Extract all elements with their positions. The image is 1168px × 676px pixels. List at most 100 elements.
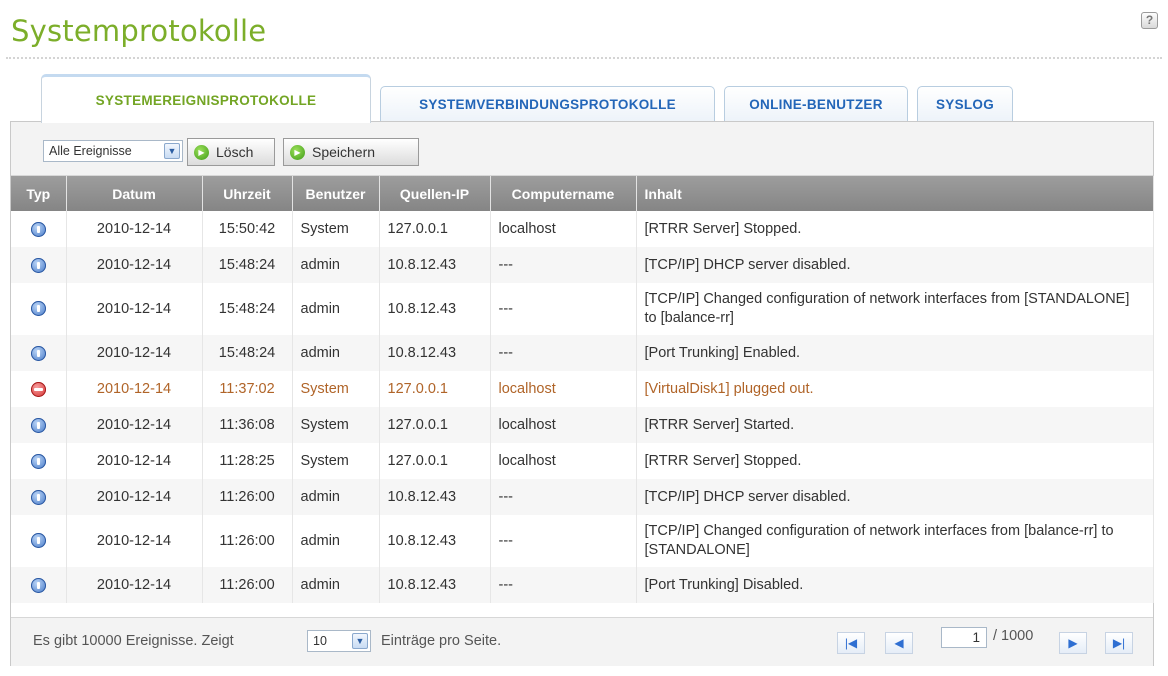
cell-date: 2010-12-14 — [66, 515, 203, 567]
cell-computer: --- — [490, 247, 637, 283]
cell-date: 2010-12-14 — [66, 407, 203, 443]
cell-time: 11:28:25 — [202, 443, 293, 479]
cell-time: 11:26:00 — [202, 515, 293, 567]
error-icon — [30, 381, 46, 397]
cell-time: 15:48:24 — [202, 247, 293, 283]
next-page-button[interactable]: ▶ — [1059, 632, 1087, 654]
tab-online-benutzer[interactable]: ONLINE-BENUTZER — [724, 86, 908, 122]
cell-ip: 10.8.12.43 — [379, 515, 491, 567]
cell-date: 2010-12-14 — [66, 567, 203, 603]
table-row[interactable]: 2010-12-14 11:28:25 System 127.0.0.1 loc… — [11, 443, 1154, 479]
cell-content: [TCP/IP] Changed configuration of networ… — [636, 515, 1154, 567]
column-header-typ[interactable]: Typ — [11, 176, 67, 211]
cell-date: 2010-12-14 — [66, 443, 203, 479]
per-page-suffix: Einträge pro Seite. — [381, 633, 502, 649]
chevron-down-icon[interactable]: ▼ — [352, 633, 368, 649]
cell-date: 2010-12-14 — [66, 283, 203, 335]
cell-time: 15:48:24 — [202, 283, 293, 335]
cell-ip: 10.8.12.43 — [379, 479, 491, 515]
title-divider — [6, 57, 1162, 59]
cell-user: admin — [292, 335, 380, 371]
table-row[interactable]: 2010-12-14 15:48:24 admin 10.8.12.43 ---… — [11, 283, 1154, 335]
cell-ip: 127.0.0.1 — [379, 443, 491, 479]
cell-user: System — [292, 211, 380, 247]
info-icon — [30, 533, 46, 549]
cell-content: [Port Trunking] Disabled. — [636, 567, 1154, 603]
info-icon — [30, 453, 46, 469]
cell-computer: localhost — [490, 443, 637, 479]
previous-page-icon: ◀ — [894, 636, 904, 650]
cell-ip: 10.8.12.43 — [379, 335, 491, 371]
cell-ip: 10.8.12.43 — [379, 247, 491, 283]
last-page-icon: ▶| — [1112, 636, 1126, 650]
next-page-icon: ▶ — [1068, 636, 1078, 650]
tab-systemereignisprotokolle[interactable]: SYSTEMEREIGNISPROTOKOLLE — [41, 74, 371, 123]
table-row[interactable]: 2010-12-14 11:26:00 admin 10.8.12.43 ---… — [11, 515, 1154, 567]
info-icon — [30, 489, 46, 505]
cell-time: 15:48:24 — [202, 335, 293, 371]
cell-computer: localhost — [490, 371, 637, 407]
cell-ip: 10.8.12.43 — [379, 283, 491, 335]
go-icon: ▶ — [194, 144, 209, 160]
cell-time: 11:37:02 — [202, 371, 293, 407]
cell-date: 2010-12-14 — [66, 479, 203, 515]
cell-user: admin — [292, 479, 380, 515]
table-row[interactable]: 2010-12-14 11:26:00 admin 10.8.12.43 ---… — [11, 479, 1154, 515]
column-header-quellen-ip[interactable]: Quellen-IP — [379, 176, 491, 211]
cell-user: System — [292, 371, 380, 407]
cell-content: [RTRR Server] Started. — [636, 407, 1154, 443]
cell-computer: --- — [490, 567, 637, 603]
table-row[interactable]: 2010-12-14 15:48:24 admin 10.8.12.43 ---… — [11, 247, 1154, 283]
column-header-datum[interactable]: Datum — [66, 176, 203, 211]
help-icon[interactable]: ? — [1141, 12, 1158, 29]
table-row[interactable]: 2010-12-14 11:26:00 admin 10.8.12.43 ---… — [11, 567, 1154, 603]
column-header-inhalt[interactable]: Inhalt — [636, 176, 1154, 211]
cell-ip: 127.0.0.1 — [379, 371, 491, 407]
cell-time: 15:50:42 — [202, 211, 293, 247]
cell-computer: --- — [490, 335, 637, 371]
save-button[interactable]: ▶ Speichern — [283, 138, 419, 166]
tab-syslog[interactable]: SYSLOG — [917, 86, 1013, 122]
cell-content: [TCP/IP] DHCP server disabled. — [636, 247, 1154, 283]
event-filter-select[interactable]: Alle Ereignisse ▼ — [43, 140, 183, 162]
cell-computer: localhost — [490, 211, 637, 247]
previous-page-button[interactable]: ◀ — [885, 632, 913, 654]
cell-time: 11:36:08 — [202, 407, 293, 443]
cell-computer: localhost — [490, 407, 637, 443]
cell-content: [RTRR Server] Stopped. — [636, 211, 1154, 247]
table-row[interactable]: 2010-12-14 11:37:02 System 127.0.0.1 loc… — [11, 371, 1154, 407]
cell-time: 11:26:00 — [202, 479, 293, 515]
cell-ip: 127.0.0.1 — [379, 407, 491, 443]
column-header-computername[interactable]: Computername — [490, 176, 637, 211]
info-icon — [30, 577, 46, 593]
tab-systemverbindungsprotokolle[interactable]: SYSTEMVERBINDUNGSPROTOKOLLE — [380, 86, 715, 122]
first-page-button[interactable]: |◀ — [837, 632, 865, 654]
table-row[interactable]: 2010-12-14 15:50:42 System 127.0.0.1 loc… — [11, 211, 1154, 247]
per-page-value: 10 — [313, 634, 327, 648]
cell-computer: --- — [490, 515, 637, 567]
info-icon — [30, 301, 46, 317]
per-page-select[interactable]: 10 ▼ — [307, 630, 371, 652]
last-page-button[interactable]: ▶| — [1105, 632, 1133, 654]
table-row[interactable]: 2010-12-14 15:48:24 admin 10.8.12.43 ---… — [11, 335, 1154, 371]
page-number-input[interactable] — [941, 627, 987, 648]
event-count-text: Es gibt 10000 Ereignisse. Zeigt — [33, 633, 234, 649]
log-panel: Alle Ereignisse ▼ ▶ Lösch ▶ Speichern Ty… — [10, 121, 1154, 666]
first-page-icon: |◀ — [844, 636, 858, 650]
chevron-down-icon[interactable]: ▼ — [164, 143, 180, 159]
info-icon — [30, 257, 46, 273]
cell-content: [RTRR Server] Stopped. — [636, 443, 1154, 479]
delete-button-label: Lösch — [216, 144, 254, 160]
delete-button[interactable]: ▶ Lösch — [187, 138, 275, 166]
table-row[interactable]: 2010-12-14 11:36:08 System 127.0.0.1 loc… — [11, 407, 1154, 443]
event-log-table: Typ Datum Uhrzeit Benutzer Quellen-IP Co… — [11, 176, 1154, 603]
info-icon — [30, 221, 46, 237]
pagination-footer: Es gibt 10000 Ereignisse. Zeigt 10 ▼ Ein… — [11, 617, 1153, 666]
cell-date: 2010-12-14 — [66, 371, 203, 407]
cell-content: [TCP/IP] Changed configuration of networ… — [636, 283, 1154, 335]
cell-computer: --- — [490, 283, 637, 335]
column-header-benutzer[interactable]: Benutzer — [292, 176, 380, 211]
app-window: Systemprotokolle ? SYSTEMEREIGNISPROTOKO… — [6, 6, 1162, 670]
column-header-uhrzeit[interactable]: Uhrzeit — [202, 176, 293, 211]
cell-ip: 10.8.12.43 — [379, 567, 491, 603]
